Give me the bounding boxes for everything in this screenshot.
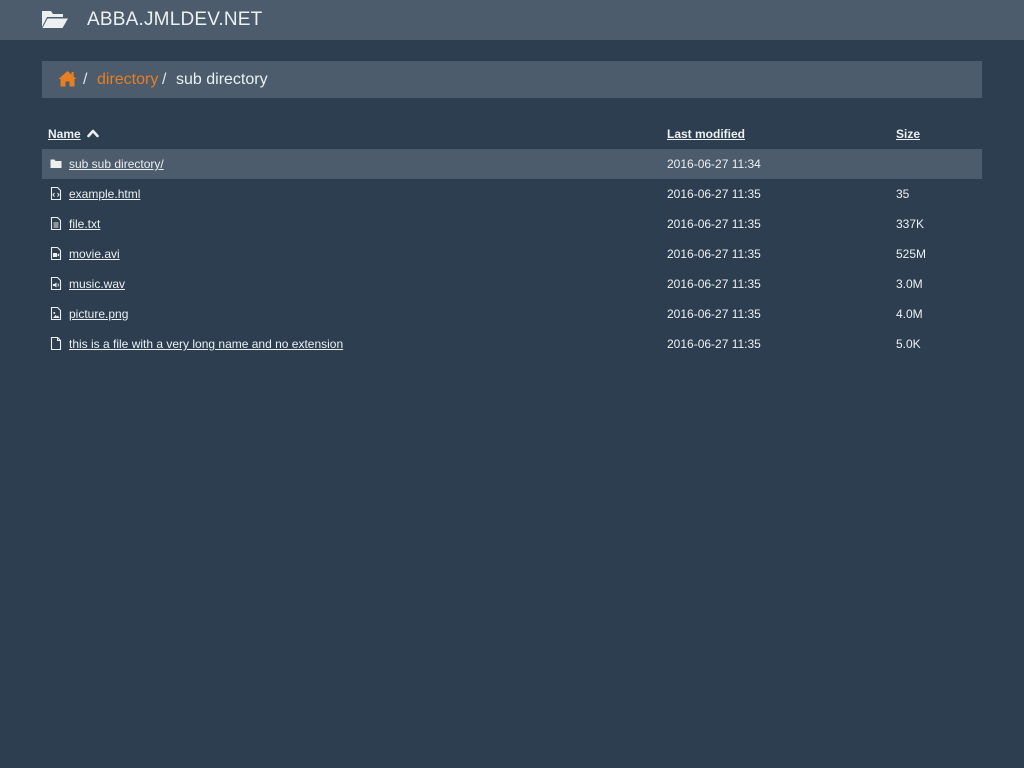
file-name-link[interactable]: this is a file with a very long name and…: [69, 337, 343, 351]
breadcrumb-current: sub directory: [176, 71, 268, 88]
file-name-link[interactable]: example.html: [69, 187, 140, 201]
file-modified: 2016-06-27 11:35: [667, 247, 761, 261]
file-name-link[interactable]: picture.png: [69, 307, 128, 321]
table-row[interactable]: picture.png 2016-06-27 11:35 4.0M: [42, 299, 982, 329]
breadcrumb: / directory / sub directory: [42, 61, 982, 98]
file-modified: 2016-06-27 11:35: [667, 217, 761, 231]
home-icon[interactable]: [58, 70, 77, 87]
code-file-icon: [50, 187, 62, 200]
file-name-link[interactable]: music.wav: [69, 277, 125, 291]
video-file-icon: [50, 247, 62, 260]
file-size: 5.0K: [896, 337, 921, 351]
breadcrumb-separator: /: [162, 71, 167, 88]
file-name-link[interactable]: sub sub directory/: [69, 157, 164, 171]
file-size: 35: [896, 187, 910, 201]
file-modified: 2016-06-27 11:35: [667, 187, 761, 201]
file-modified: 2016-06-27 11:35: [667, 307, 761, 321]
breadcrumb-separator: /: [83, 71, 88, 88]
table-row[interactable]: movie.avi 2016-06-27 11:35 525M: [42, 239, 982, 269]
file-size: 4.0M: [896, 307, 923, 321]
chevron-up-icon[interactable]: [87, 128, 99, 138]
site-title[interactable]: ABBA.JMLDEV.NET: [87, 9, 262, 31]
table-row[interactable]: this is a file with a very long name and…: [42, 329, 982, 359]
folder-open-icon: [42, 11, 68, 28]
file-modified: 2016-06-27 11:34: [667, 157, 761, 171]
table-row[interactable]: example.html 2016-06-27 11:35 35: [42, 179, 982, 209]
file-listing: Name Last modified Size sub sub director…: [42, 119, 982, 359]
folder-icon: [50, 159, 62, 168]
sort-by-size-link[interactable]: Size: [896, 127, 920, 141]
image-file-icon: [50, 307, 62, 320]
table-row[interactable]: music.wav 2016-06-27 11:35 3.0M: [42, 269, 982, 299]
table-header: Name Last modified Size: [42, 119, 982, 149]
file-size: 337K: [896, 217, 925, 231]
table-row[interactable]: sub sub directory/ 2016-06-27 11:34: [42, 149, 982, 179]
file-size: 3.0M: [896, 277, 923, 291]
audio-file-icon: [50, 277, 62, 290]
sort-by-name-link[interactable]: Name: [48, 127, 81, 141]
file-modified: 2016-06-27 11:35: [667, 277, 761, 291]
sort-by-modified-link[interactable]: Last modified: [667, 127, 745, 141]
table-row[interactable]: file.txt 2016-06-27 11:35 337K: [42, 209, 982, 239]
top-bar: ABBA.JMLDEV.NET: [0, 0, 1024, 40]
file-modified: 2016-06-27 11:35: [667, 337, 761, 351]
breadcrumb-link-directory[interactable]: directory: [97, 70, 158, 89]
file-size: 525M: [896, 247, 927, 261]
file-name-link[interactable]: movie.avi: [69, 247, 120, 261]
file-icon: [50, 337, 62, 350]
file-name-link[interactable]: file.txt: [69, 217, 100, 231]
text-file-icon: [50, 217, 62, 230]
